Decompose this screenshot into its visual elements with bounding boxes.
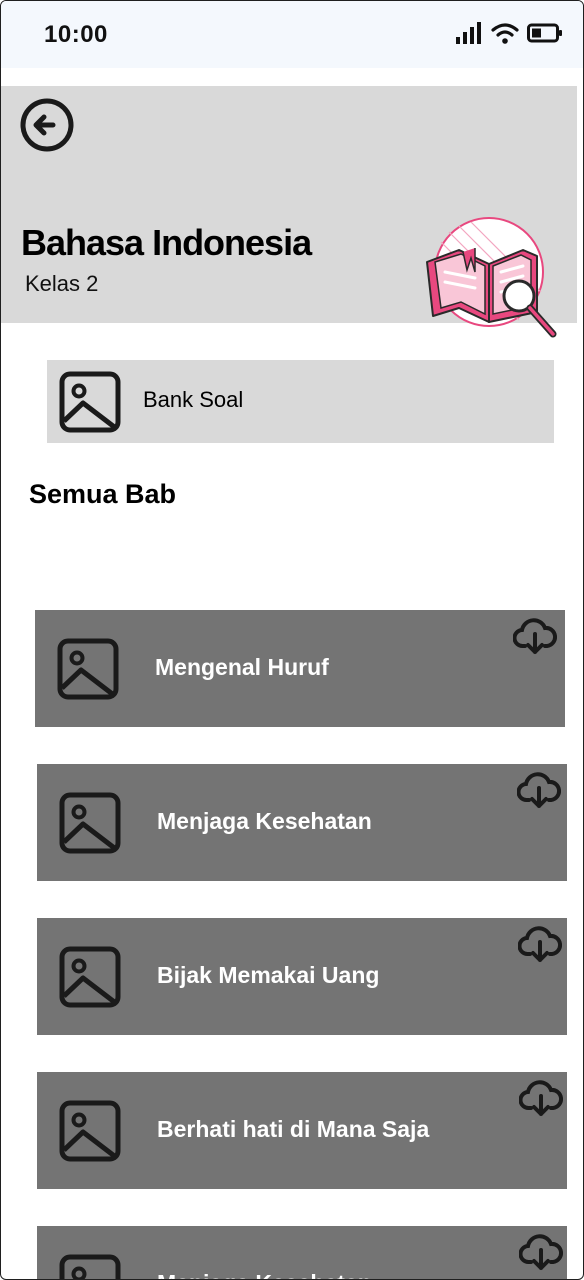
image-placeholder-icon bbox=[59, 946, 121, 1008]
subject-class: Kelas 2 bbox=[25, 271, 99, 296]
back-icon[interactable] bbox=[19, 97, 75, 153]
image-placeholder-icon bbox=[59, 1100, 121, 1162]
image-placeholder-icon bbox=[59, 371, 121, 433]
image-placeholder-icon bbox=[59, 1254, 121, 1279]
book-magnifier-illustration bbox=[426, 217, 557, 338]
status-bar: 10:00 bbox=[1, 1, 583, 68]
bank-soal-label: Bank Soal bbox=[143, 387, 244, 412]
signal-icon bbox=[456, 22, 481, 44]
phone-frame: 10:00 Bahasa Indonesia Kelas 2 Bank Soal… bbox=[0, 0, 584, 1280]
status-icons bbox=[455, 21, 563, 45]
status-time: 10:00 bbox=[44, 21, 108, 48]
chapter-card[interactable]: Menjaga Kesehatan bbox=[37, 764, 567, 881]
chapter-title: Menjaga Kesehatan bbox=[157, 1270, 372, 1279]
chapter-card[interactable]: Berhati hati di Mana Saja bbox=[37, 1072, 567, 1189]
image-placeholder-icon bbox=[57, 638, 119, 700]
bank-soal-card[interactable]: Bank Soal bbox=[47, 360, 554, 443]
subject-title: Bahasa Indonesia bbox=[21, 222, 312, 263]
battery-icon bbox=[527, 23, 562, 43]
cloud-download-icon[interactable] bbox=[513, 618, 557, 656]
subject-header: Bahasa Indonesia Kelas 2 bbox=[1, 86, 577, 338]
chapter-title: Menjaga Kesehatan bbox=[157, 808, 372, 834]
image-placeholder-icon bbox=[59, 792, 121, 854]
chapter-card[interactable]: Mengenal Huruf bbox=[35, 610, 565, 727]
chapter-card[interactable]: Menjaga Kesehatan bbox=[37, 1226, 567, 1279]
chapter-card[interactable]: Bijak Memakai Uang bbox=[37, 918, 567, 1035]
wifi-icon bbox=[491, 23, 519, 44]
chapter-title: Mengenal Huruf bbox=[155, 654, 329, 680]
cloud-download-icon[interactable] bbox=[519, 1234, 563, 1272]
chapter-title: Berhati hati di Mana Saja bbox=[157, 1116, 430, 1142]
cloud-download-icon[interactable] bbox=[519, 1080, 563, 1118]
cloud-download-icon[interactable] bbox=[518, 926, 562, 964]
section-title: Semua Bab bbox=[29, 479, 177, 509]
chapter-title: Bijak Memakai Uang bbox=[157, 962, 380, 988]
cloud-download-icon[interactable] bbox=[517, 772, 561, 810]
